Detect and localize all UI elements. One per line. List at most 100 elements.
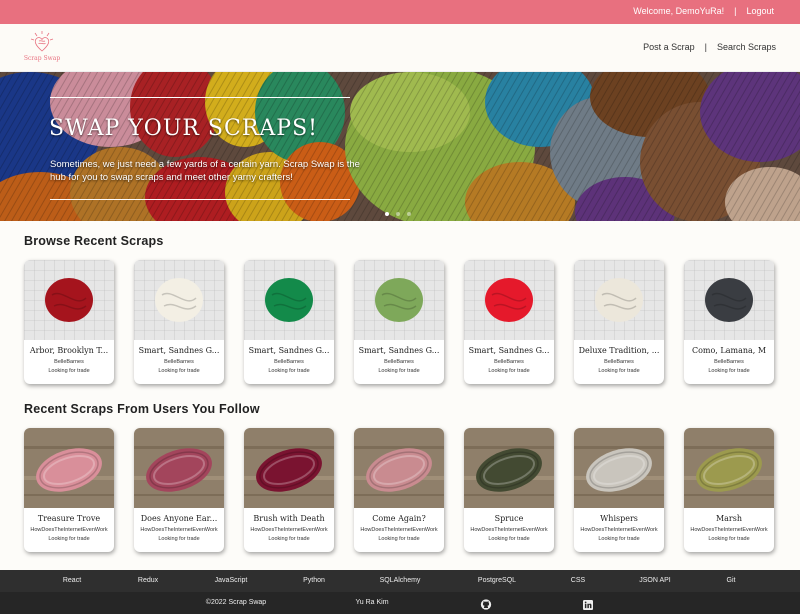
scrap-card[interactable]: Smart, Sandnes G... BelleBarnes Looking fo… <box>244 260 334 384</box>
scrap-title[interactable]: Treasure Trove <box>24 514 114 523</box>
logo[interactable]: Scrap Swap <box>22 30 62 68</box>
scrap-title[interactable]: Does Anyone Ear... <box>134 514 224 523</box>
logout-link[interactable]: Logout <box>746 6 774 16</box>
author-name: Yu Ra Kim <box>355 599 389 606</box>
scrap-image[interactable] <box>354 260 444 340</box>
tech-item: JSON API <box>639 577 671 584</box>
post-scrap-link[interactable]: Post a Scrap <box>643 42 695 52</box>
scrap-owner[interactable]: HowDoesTheInternetEvenWork <box>574 527 664 533</box>
scrap-card[interactable]: Smart, Sandnes G... BelleBarnes Looking fo… <box>134 260 224 384</box>
scrap-image[interactable] <box>684 428 774 508</box>
copyright: ©2022 Scrap Swap <box>205 599 267 606</box>
linkedin-icon[interactable] <box>583 597 593 614</box>
scrap-title[interactable]: Spruce <box>464 514 554 523</box>
scrap-status: Looking for trade <box>158 536 200 542</box>
scrap-status: Looking for trade <box>708 368 750 374</box>
scrap-image[interactable] <box>464 428 554 508</box>
scrap-card[interactable]: Treasure Trove HowDoesTheInternetEvenWork… <box>24 428 114 552</box>
scrap-title[interactable]: Smart, Sandnes G... <box>244 346 334 355</box>
scrap-title[interactable]: Whispers <box>574 514 664 523</box>
scrap-image[interactable] <box>574 428 664 508</box>
scrap-owner[interactable]: BelleBarnes <box>24 359 114 365</box>
nav-separator: | <box>704 42 707 52</box>
scrap-image[interactable] <box>134 260 224 340</box>
scrap-owner[interactable]: BelleBarnes <box>244 359 334 365</box>
hero-bottom-rule <box>50 199 350 200</box>
topbar-separator: | <box>734 6 737 16</box>
carousel-dot-1[interactable] <box>385 212 389 216</box>
scrap-card[interactable]: Does Anyone Ear... HowDoesTheInternetEven… <box>134 428 224 552</box>
tech-item: Python <box>303 577 325 584</box>
navbar: Scrap Swap Post a Scrap | Search Scraps <box>0 24 800 72</box>
scrap-status: Looking for trade <box>48 536 90 542</box>
scrap-owner[interactable]: HowDoesTheInternetEvenWork <box>684 527 774 533</box>
scrap-image[interactable] <box>464 260 554 340</box>
tech-item: CSS <box>570 577 586 584</box>
scrap-owner[interactable]: BelleBarnes <box>684 359 774 365</box>
scrap-status: Looking for trade <box>598 368 640 374</box>
scrap-owner[interactable]: HowDoesTheInternetEvenWork <box>244 527 334 533</box>
scrap-title[interactable]: Como, Lamana, M <box>684 346 774 355</box>
scrap-card[interactable]: Come Again? HowDoesTheInternetEvenWork Loo… <box>354 428 444 552</box>
scrap-title[interactable]: Brush with Death <box>244 514 334 523</box>
scrap-title[interactable]: Marsh <box>684 514 774 523</box>
scrap-image[interactable] <box>354 428 444 508</box>
scrap-card[interactable]: Smart, Sandnes G... BelleBarnes Looking fo… <box>464 260 554 384</box>
tech-stack-bar: React Redux JavaScript Python SQLAlchemy Post… <box>0 570 800 592</box>
scrap-owner[interactable]: BelleBarnes <box>464 359 554 365</box>
scrap-card[interactable]: Smart, Sandnes G... BelleBarnes Looking fo… <box>354 260 444 384</box>
scrap-image[interactable] <box>244 260 334 340</box>
carousel-dot-3[interactable] <box>407 212 411 216</box>
scrap-title[interactable]: Smart, Sandnes G... <box>464 346 554 355</box>
scrap-status: Looking for trade <box>488 368 530 374</box>
scrap-owner[interactable]: HowDoesTheInternetEvenWork <box>134 527 224 533</box>
recent-scraps-heading: Browse Recent Scraps <box>24 234 164 248</box>
scrap-owner[interactable]: BelleBarnes <box>574 359 664 365</box>
scrap-status: Looking for trade <box>48 368 90 374</box>
search-scraps-link[interactable]: Search Scraps <box>717 42 776 52</box>
scrap-image[interactable] <box>24 260 114 340</box>
recent-scraps-row: Arbor, Brooklyn T... BelleBarnes Looking f… <box>24 260 774 384</box>
scrap-title[interactable]: Come Again? <box>354 514 444 523</box>
scrap-status: Looking for trade <box>268 536 310 542</box>
scrap-status: Looking for trade <box>158 368 200 374</box>
scrap-title[interactable]: Smart, Sandnes G... <box>134 346 224 355</box>
scrap-owner[interactable]: HowDoesTheInternetEvenWork <box>464 527 554 533</box>
scrap-owner[interactable]: HowDoesTheInternetEvenWork <box>354 527 444 533</box>
scrap-card[interactable]: Brush with Death HowDoesTheInternetEvenWo… <box>244 428 334 552</box>
scrap-card[interactable]: Arbor, Brooklyn T... BelleBarnes Looking f… <box>24 260 114 384</box>
following-scraps-heading: Recent Scraps From Users You Follow <box>24 402 260 416</box>
carousel-dot-2[interactable] <box>396 212 400 216</box>
scrap-image[interactable] <box>134 428 224 508</box>
scrap-owner[interactable]: HowDoesTheInternetEvenWork <box>24 527 114 533</box>
tech-item: Redux <box>137 577 159 584</box>
hero-text: Sometimes, we just need a few yards of a… <box>50 159 360 183</box>
following-scraps-row: Treasure Trove HowDoesTheInternetEvenWork… <box>24 428 774 552</box>
hero-carousel[interactable]: SWAP YOUR SCRAPS! Sometimes, we just nee… <box>0 72 800 221</box>
tech-item: Git <box>726 577 736 584</box>
github-icon[interactable] <box>480 597 492 614</box>
scrap-status: Looking for trade <box>598 536 640 542</box>
scrap-card[interactable]: Whispers HowDoesTheInternetEvenWork Lookin… <box>574 428 664 552</box>
scrap-status: Looking for trade <box>378 536 420 542</box>
scrap-owner[interactable]: BelleBarnes <box>134 359 224 365</box>
nav-links: Post a Scrap | Search Scraps <box>643 42 776 52</box>
scrap-image[interactable] <box>684 260 774 340</box>
carousel-indicators <box>385 212 411 216</box>
tech-item: React <box>62 577 82 584</box>
scrap-image[interactable] <box>574 260 664 340</box>
scrap-title[interactable]: Deluxe Tradition, ... <box>574 346 664 355</box>
scrap-card[interactable]: Deluxe Tradition, ... BelleBarnes Looking … <box>574 260 664 384</box>
scrap-card[interactable]: Como, Lamana, M BelleBarnes Looking for tr… <box>684 260 774 384</box>
scrap-card[interactable]: Spruce HowDoesTheInternetEvenWork Looking … <box>464 428 554 552</box>
scrap-title[interactable]: Arbor, Brooklyn T... <box>24 346 114 355</box>
scrap-card[interactable]: Marsh HowDoesTheInternetEvenWork Looking f… <box>684 428 774 552</box>
heart-yarn-icon <box>30 31 54 52</box>
scrap-owner[interactable]: BelleBarnes <box>354 359 444 365</box>
scrap-status: Looking for trade <box>268 368 310 374</box>
scrap-image[interactable] <box>24 428 114 508</box>
scrap-title[interactable]: Smart, Sandnes G... <box>354 346 444 355</box>
scrap-image[interactable] <box>244 428 334 508</box>
user-menu: Welcome, DemoYuRa! | Logout <box>633 6 774 16</box>
hero-title: SWAP YOUR SCRAPS! <box>49 116 319 141</box>
